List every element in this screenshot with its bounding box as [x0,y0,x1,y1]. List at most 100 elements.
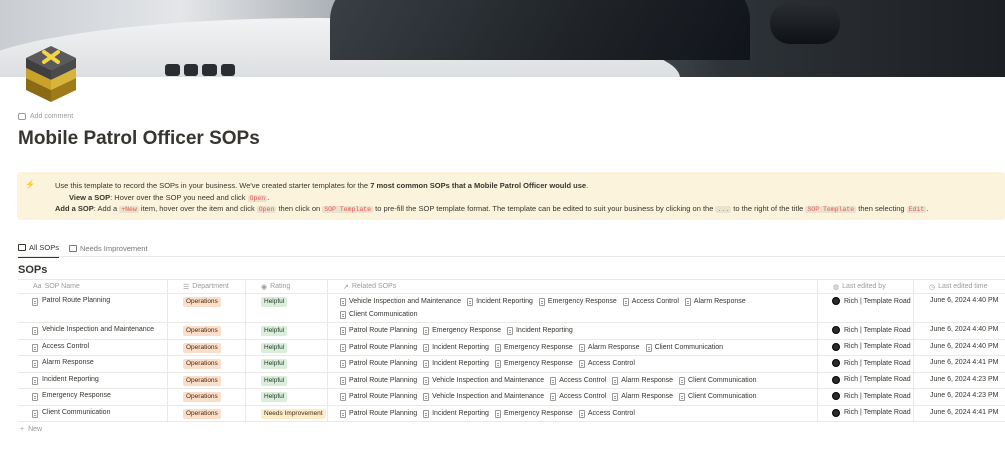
cell-related-sops[interactable]: Patrol Route Planning Emergency Response I… [328,323,818,339]
related-sop-link[interactable]: Incident Reporting [467,297,533,306]
related-sop-link[interactable]: Patrol Route Planning [340,359,417,368]
cell-related-sops[interactable]: Patrol Route Planning Vehicle Inspection … [328,372,818,388]
cell-rating[interactable]: Helpful [246,372,328,388]
cell-sop-name[interactable]: Patrol Route Planning [18,294,168,322]
related-sop-link[interactable]: Vehicle Inspection and Maintenance [423,376,544,385]
cell-department[interactable]: Operations [168,405,246,421]
page-icon [467,298,474,306]
cell-sop-name[interactable]: Access Control [18,339,168,355]
database-title[interactable]: SOPs [18,264,47,276]
table-row[interactable]: Emergency Response Operations Helpful Patro… [18,389,1005,406]
column-header-name[interactable]: Aa SOP Name [18,280,168,293]
related-sop-link[interactable]: Emergency Response [538,297,617,306]
cell-last-edited-by[interactable]: Rich | Template Road [818,405,914,421]
related-sop-link[interactable]: Patrol Route Planning [340,326,417,335]
related-sop-link[interactable]: Incident Reporting [423,359,489,368]
table-row[interactable]: Alarm Response Operations Helpful Patrol Ro… [18,356,1005,373]
cell-rating[interactable]: Helpful [246,389,328,405]
cell-sop-name[interactable]: Alarm Response [18,356,168,372]
related-sop-link[interactable]: Emergency Response [494,409,573,418]
related-sop-link[interactable]: Alarm Response [612,392,673,401]
related-sop-link[interactable]: Client Communication [645,343,723,352]
column-header-edited-time[interactable]: ◷ Last edited time [914,280,1005,293]
related-sop-link[interactable]: Client Communication [679,376,757,385]
table-row[interactable]: Incident Reporting Operations Helpful Patro… [18,372,1005,389]
rating-tag: Helpful [261,392,288,402]
related-sop-link[interactable]: Emergency Response [494,343,573,352]
cell-department[interactable]: Operations [168,294,246,322]
cell-related-sops[interactable]: Patrol Route Planning Incident Reporting E… [328,356,818,372]
inline-code-open: Open [256,206,277,213]
related-sop-link[interactable]: Vehicle Inspection and Maintenance [423,392,544,401]
table-row[interactable]: Client Communication Operations Needs Impr… [18,405,1005,422]
edited-time: June 6, 2024 4:40 PM [930,342,999,350]
related-sop-link[interactable]: Access Control [550,376,606,385]
related-sop-link[interactable]: Access Control [622,297,679,306]
page-icon [494,343,501,352]
column-header-edited-by[interactable]: ◍ Last edited by [818,280,914,293]
related-sop-link[interactable]: Patrol Route Planning [340,343,417,352]
related-sop-link[interactable]: Alarm Response [578,343,640,352]
cell-last-edited-by[interactable]: Rich | Template Road [818,323,914,339]
related-sop-link[interactable]: Access Control [550,392,606,401]
related-sop-link[interactable]: Incident Reporting [506,326,573,335]
cell-last-edited-by[interactable]: Rich | Template Road [818,339,914,355]
cell-department[interactable]: Operations [168,372,246,388]
column-header-rating[interactable]: ◉ Rating [246,280,328,293]
related-sop-link[interactable]: Patrol Route Planning [340,409,417,418]
table-row[interactable]: Patrol Route Planning Operations Helpful Ve… [18,294,1005,323]
cell-last-edited-time: June 6, 2024 4:41 PM [914,356,1005,372]
cell-last-edited-by[interactable]: Rich | Template Road [818,389,914,405]
cell-rating[interactable]: Helpful [246,294,328,322]
callout-text: to the right of the title [731,204,806,213]
cell-sop-name[interactable]: Emergency Response [18,389,168,405]
table-row[interactable]: Vehicle Inspection and Maintenance Operat… [18,323,1005,340]
add-new-row-button[interactable]: + New [20,426,42,433]
related-sop-link[interactable]: Incident Reporting [423,343,489,352]
related-sop-link[interactable]: Patrol Route Planning [340,376,417,385]
related-sop-link[interactable]: Access Control [578,359,635,368]
cell-department[interactable]: Operations [168,356,246,372]
related-sop-link[interactable]: Access Control [578,409,635,418]
cell-department[interactable]: Operations [168,339,246,355]
cell-rating[interactable]: Helpful [246,323,328,339]
column-header-related[interactable]: ↗ Related SOPs [328,280,818,293]
related-sop-link[interactable]: Patrol Route Planning [340,392,417,401]
related-sop-link[interactable]: Alarm Response [612,376,673,385]
related-sop-link[interactable]: Client Communication [340,310,417,319]
page-title[interactable]: Mobile Patrol Officer SOPs [18,128,260,150]
cell-rating[interactable]: Helpful [246,339,328,355]
department-tag: Operations [183,326,221,336]
cell-related-sops[interactable]: Patrol Route Planning Vehicle Inspection … [328,389,818,405]
related-sop-label: Access Control [631,298,679,305]
related-sop-link[interactable]: Vehicle Inspection and Maintenance [340,297,461,306]
table-row[interactable]: Access Control Operations Helpful Patrol Ro… [18,339,1005,356]
related-sop-label: Emergency Response [432,327,501,334]
related-sop-label: Access Control [587,409,635,417]
cell-sop-name[interactable]: Incident Reporting [18,372,168,388]
inline-code-sop-template: SOP Template [805,206,857,213]
page-icon[interactable] [24,44,78,104]
add-comment-button[interactable]: Add comment [18,113,73,120]
department-tag: Operations [183,359,221,369]
cell-last-edited-by[interactable]: Rich | Template Road [818,294,914,322]
related-sop-label: Alarm Response [621,376,674,384]
cell-rating[interactable]: Helpful [246,356,328,372]
cell-department[interactable]: Operations [168,323,246,339]
related-sop-link[interactable]: Emergency Response [494,359,573,368]
cell-sop-name[interactable]: Vehicle Inspection and Maintenance [18,323,168,339]
related-sop-link[interactable]: Incident Reporting [423,409,489,418]
cell-related-sops[interactable]: Patrol Route Planning Incident Reporting E… [328,339,818,355]
cell-last-edited-by[interactable]: Rich | Template Road [818,372,914,388]
cell-related-sops[interactable]: Vehicle Inspection and Maintenance Incide… [328,294,818,322]
cell-department[interactable]: Operations [168,389,246,405]
column-header-department[interactable]: ☰ Department [168,280,246,293]
cell-rating[interactable]: Needs Improvement [246,405,328,421]
cell-related-sops[interactable]: Patrol Route Planning Incident Reporting E… [328,405,818,421]
cell-sop-name[interactable]: Client Communication [18,405,168,421]
related-sop-link[interactable]: Alarm Response [684,297,746,306]
related-sop-link[interactable]: Client Communication [679,392,757,401]
sop-name: Alarm Response [42,359,94,366]
cell-last-edited-by[interactable]: Rich | Template Road [818,356,914,372]
related-sop-link[interactable]: Emergency Response [423,326,501,335]
